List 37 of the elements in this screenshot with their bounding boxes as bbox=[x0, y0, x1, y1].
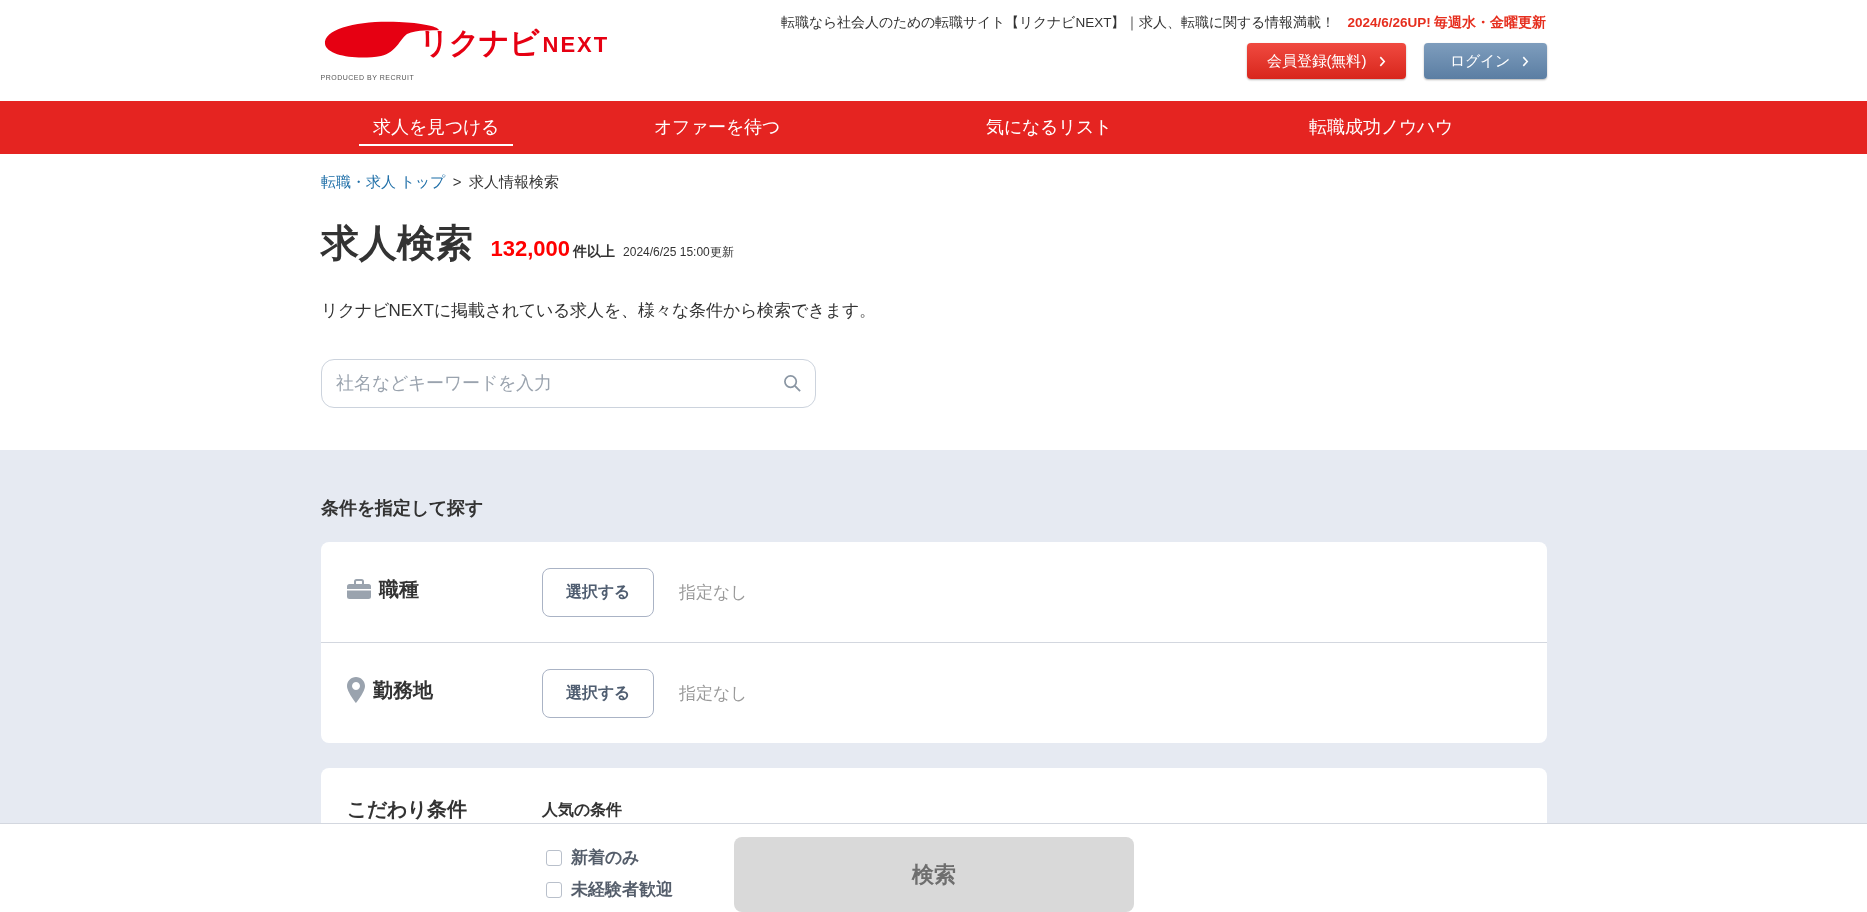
nav-tab[interactable]: 転職成功ノウハウ bbox=[1294, 109, 1467, 146]
login-button[interactable]: ログイン bbox=[1423, 43, 1547, 79]
checkbox-label: 未経験者歓迎 bbox=[570, 879, 673, 901]
page-title: 求人検索 bbox=[320, 221, 473, 266]
chevron-icon bbox=[1521, 55, 1529, 67]
nav-tab[interactable]: 求人を見つける bbox=[358, 109, 513, 146]
checkbox[interactable] bbox=[545, 849, 562, 866]
criterion-value: 指定なし bbox=[678, 581, 747, 604]
breadcrumb-current: 求人情報検索 bbox=[469, 173, 560, 192]
select-button[interactable]: 選択する bbox=[541, 668, 654, 718]
count-suffix: 件以上 bbox=[573, 243, 616, 261]
checkbox[interactable] bbox=[545, 881, 562, 898]
logo-text: リクナビ bbox=[418, 26, 539, 60]
chevron-icon bbox=[1378, 55, 1386, 67]
tagline: 転職なら社会人のための転職サイト【リクナビNEXT】｜求人、転職に関する情報満載！ bbox=[781, 14, 1336, 32]
update-note: 2024/6/26UP! 毎週水・金曜更新 bbox=[1347, 14, 1547, 32]
nav-tab[interactable]: オファーを待つ bbox=[639, 109, 794, 146]
group-title: 人気の条件 bbox=[541, 800, 622, 820]
section-title: 条件を指定して探す bbox=[320, 497, 484, 520]
criterion-label: 勤務地 bbox=[372, 677, 433, 703]
criterion-value: 指定なし bbox=[678, 682, 747, 705]
search-field[interactable]: 社名などキーワードを入力 bbox=[320, 359, 816, 408]
breadcrumb-link[interactable]: 転職・求人 トップ bbox=[320, 173, 445, 192]
select-button[interactable]: 選択する bbox=[541, 567, 654, 617]
criterion-label: 職種 bbox=[378, 576, 419, 602]
result-count: 132,000 bbox=[490, 236, 571, 262]
updated-time: 2024/6/25 15:00更新 bbox=[623, 244, 734, 261]
search-icon bbox=[782, 374, 802, 393]
briefcase-icon bbox=[346, 579, 371, 599]
criterion-label: こだわり条件 bbox=[346, 797, 468, 822]
register-button[interactable]: 会員登録(無料) bbox=[1246, 43, 1406, 79]
logo-text-next: NEXT bbox=[542, 33, 610, 57]
breadcrumb-separator: > bbox=[452, 173, 462, 192]
checkbox-label: 新着のみ bbox=[570, 847, 639, 869]
nav-tab[interactable]: 気になるリスト bbox=[971, 109, 1126, 146]
location-pin-icon bbox=[346, 677, 365, 703]
description: リクナビNEXTに掲載されている求人を、様々な条件から検索できます。 bbox=[320, 300, 877, 322]
